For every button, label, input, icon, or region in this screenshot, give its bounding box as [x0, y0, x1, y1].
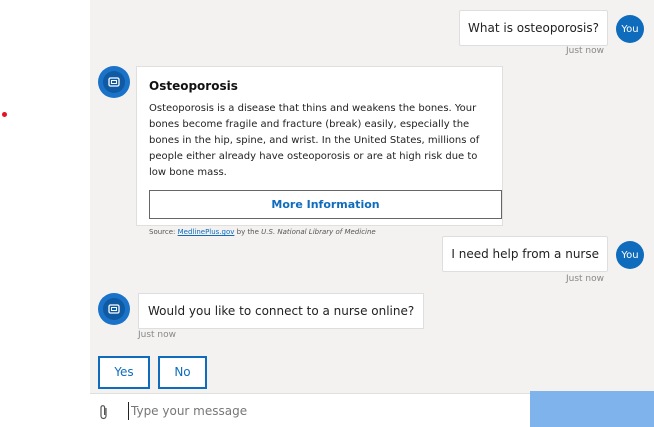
- more-information-button[interactable]: More Information: [149, 190, 502, 219]
- osteoporosis-card: Osteoporosis Osteoporosis is a disease t…: [136, 66, 503, 236]
- user-avatar: You: [616, 15, 644, 43]
- indicator-dot: [2, 112, 7, 117]
- left-gutter: [0, 0, 90, 427]
- chat-transcript[interactable]: What is osteoporosis? You Just now Osteo…: [90, 0, 654, 393]
- message-timestamp: Just now: [565, 274, 604, 284]
- message-timestamp: Just now: [565, 46, 604, 56]
- user-message-bubble: I need help from a nurse: [442, 236, 608, 272]
- source-link[interactable]: MedlinePlus.gov: [178, 228, 235, 236]
- user-message-row: I need help from a nurse You: [442, 236, 654, 272]
- card-title: Osteoporosis: [149, 79, 238, 93]
- message-input[interactable]: [128, 402, 508, 420]
- message-input-bar: [90, 391, 654, 427]
- paperclip-icon[interactable]: [98, 404, 110, 425]
- card-source: Source: MedlinePlus.gov by the U.S. Nati…: [149, 228, 490, 236]
- user-message-row: What is osteoporosis? You: [459, 10, 654, 46]
- message-timestamp: Just now: [138, 330, 177, 340]
- yes-button[interactable]: Yes: [98, 356, 150, 389]
- source-org: U.S. National Library of Medicine: [261, 228, 376, 236]
- card-body: Osteoporosis is a disease that thins and…: [149, 103, 480, 178]
- user-avatar: You: [616, 241, 644, 269]
- no-button[interactable]: No: [158, 356, 207, 389]
- send-button[interactable]: [530, 391, 654, 427]
- user-message-bubble: What is osteoporosis?: [459, 10, 608, 46]
- source-prefix: Source:: [149, 228, 178, 236]
- source-by: by the: [234, 228, 262, 236]
- bot-avatar-icon: [98, 66, 130, 98]
- bot-message-bubble: Would you like to connect to a nurse onl…: [138, 293, 425, 329]
- bot-avatar-icon: [98, 293, 130, 325]
